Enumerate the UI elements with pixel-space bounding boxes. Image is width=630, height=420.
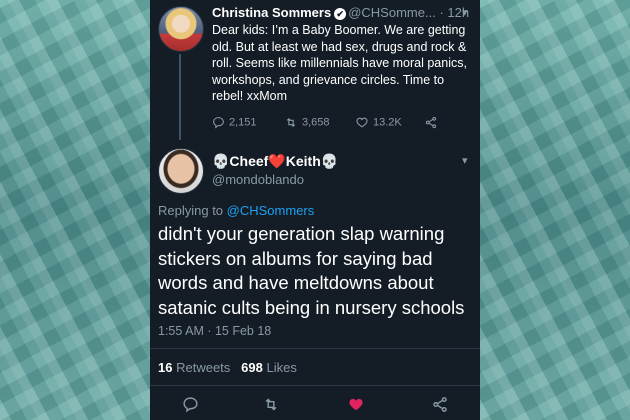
like-count: 13.2K (373, 116, 402, 129)
engagement-stats: 16 Retweets 698 Likes (158, 360, 297, 375)
retweets-count[interactable]: 16 (158, 360, 172, 375)
avatar[interactable] (158, 6, 204, 52)
author-name[interactable]: Christina Sommers (212, 5, 331, 20)
quoted-parent-tweet[interactable]: Christina Sommers ✔ @CHSomme... · 12h ▾ De… (150, 0, 480, 140)
replying-to-link[interactable]: @CHSommers (227, 203, 315, 218)
like-button[interactable] (347, 396, 365, 418)
parent-tweet-actions: 2,151 3,658 13.2K (212, 116, 472, 132)
divider (150, 385, 480, 386)
tweet-timestamp: 1:55 AM · 15 Feb 18 (158, 324, 272, 338)
retweet-icon (286, 117, 296, 128)
retweet-button[interactable]: 3,658 (284, 116, 330, 129)
reply-button[interactable] (182, 396, 199, 418)
reply-button[interactable]: 2,151 (212, 116, 257, 129)
reply-icon (183, 397, 198, 413)
share-button[interactable] (431, 396, 449, 418)
retweet-count: 3,658 (302, 116, 330, 129)
likes-count[interactable]: 698 (241, 360, 263, 375)
tweet-text: didn't your generation slap warning stic… (158, 223, 465, 318)
replying-label: Replying to (158, 203, 227, 218)
tweet-action-bar (150, 390, 480, 420)
verified-badge-icon: ✔ (334, 7, 347, 20)
background-right (480, 0, 630, 420)
divider (150, 348, 480, 349)
background-left (0, 0, 150, 420)
share-icon (433, 397, 447, 412)
thread-connector-line (179, 54, 181, 140)
reply-icon (213, 117, 224, 129)
like-button[interactable]: 13.2K (355, 116, 402, 129)
likes-label[interactable]: Likes (266, 360, 296, 375)
retweet-icon (265, 398, 277, 411)
reply-count: 2,151 (229, 116, 257, 129)
tweet-card: Christina Sommers ✔ @CHSomme... · 12h ▾ De… (150, 0, 480, 420)
heart-icon (356, 117, 368, 128)
retweet-button[interactable] (262, 396, 280, 418)
replying-to: Replying to @CHSommers (158, 203, 314, 218)
parent-tweet-text: Dear kids: I’m a Baby Boomer. We are get… (212, 23, 467, 103)
author-name[interactable]: 💀Cheef❤️Keith💀 (212, 153, 338, 170)
retweets-label[interactable]: Retweets (176, 360, 230, 375)
author-handle[interactable]: @CHSomme... (348, 5, 436, 20)
chevron-down-icon[interactable]: ▾ (462, 6, 468, 19)
heart-icon (349, 398, 363, 411)
avatar[interactable] (158, 148, 204, 194)
share-icon (425, 116, 437, 129)
parent-tweet-header: Christina Sommers ✔ @CHSomme... · 12h (212, 5, 469, 20)
chevron-down-icon[interactable]: ▾ (462, 154, 468, 167)
author-handle[interactable]: @mondoblando (212, 172, 304, 187)
share-button[interactable] (424, 116, 442, 129)
